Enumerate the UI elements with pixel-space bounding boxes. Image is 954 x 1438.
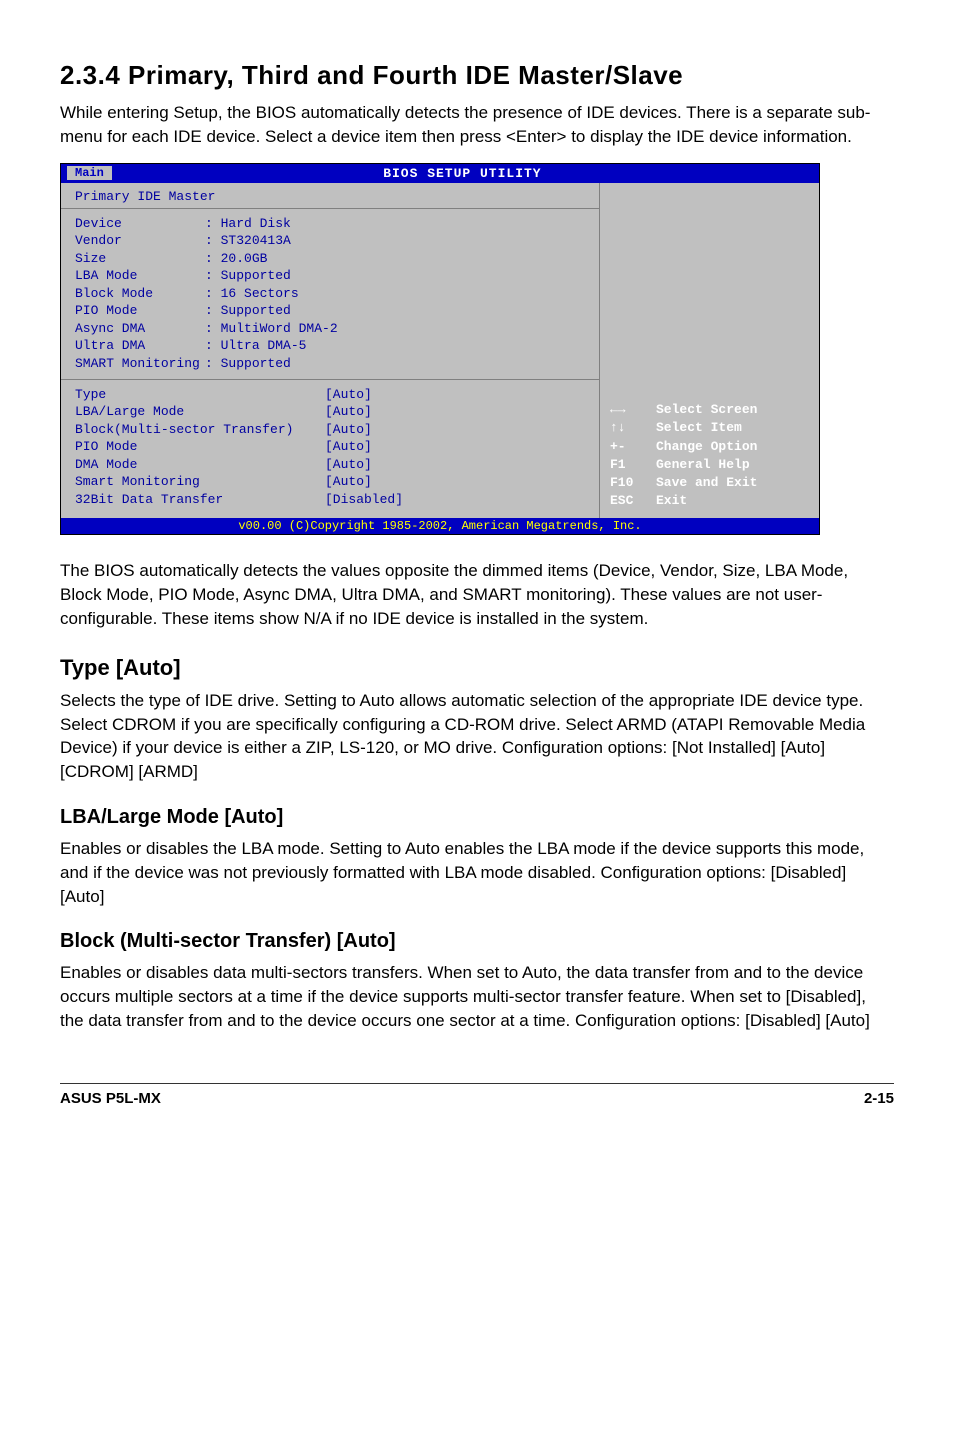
bios-help-text: Exit [656, 492, 687, 510]
bios-option-label: PIO Mode [75, 438, 325, 456]
type-auto-body: Selects the type of IDE drive. Setting t… [60, 689, 894, 784]
bios-device-info: Device: Hard Disk Vendor: ST320413A Size… [61, 209, 599, 380]
type-auto-title: Type [Auto] [60, 655, 894, 681]
bios-help-row: F1General Help [610, 456, 809, 474]
footer-left: ASUS P5L-MX [60, 1090, 161, 1107]
bios-info-label: Async DMA [75, 320, 205, 338]
bios-footer: v00.00 (C)Copyright 1985-2002, American … [61, 518, 819, 534]
bios-tab-main[interactable]: Main [67, 166, 112, 180]
bios-help-row: ←→Select Screen [610, 401, 809, 419]
bios-option-value: [Auto] [325, 456, 445, 474]
bios-panel: Main BIOS SETUP UTILITY Primary IDE Mast… [60, 163, 820, 536]
bios-info-row: SMART Monitoring: Supported [75, 355, 585, 373]
bios-info-row: Size: 20.0GB [75, 250, 585, 268]
bios-info-row: LBA Mode: Supported [75, 267, 585, 285]
bios-info-value: 20.0GB [221, 251, 268, 266]
bios-option-row[interactable]: PIO Mode[Auto] [75, 438, 585, 456]
bios-option-label: Type [75, 386, 325, 404]
bios-option-label: LBA/Large Mode [75, 403, 325, 421]
bios-info-row: Ultra DMA: Ultra DMA-5 [75, 337, 585, 355]
bios-help-row: F10Save and Exit [610, 474, 809, 492]
bios-help-text: Change Option [656, 438, 757, 456]
bios-help-key: +- [610, 438, 656, 456]
bios-option-value: [Auto] [325, 473, 445, 491]
bios-option-row[interactable]: 32Bit Data Transfer[Disabled] [75, 491, 585, 509]
bios-help-key: ↑↓ [610, 419, 656, 437]
bios-help-text: Select Screen [656, 401, 757, 419]
bios-option-row[interactable]: DMA Mode[Auto] [75, 456, 585, 474]
bios-info-label: Block Mode [75, 285, 205, 303]
bios-info-label: SMART Monitoring [75, 355, 205, 373]
bios-option-value: [Auto] [325, 421, 445, 439]
lba-body: Enables or disables the LBA mode. Settin… [60, 837, 894, 908]
bios-option-label: Block(Multi-sector Transfer) [75, 421, 325, 439]
section-intro: While entering Setup, the BIOS automatic… [60, 101, 894, 149]
bios-info-label: LBA Mode [75, 267, 205, 285]
bios-help-row: ↑↓Select Item [610, 419, 809, 437]
bios-help-key: F1 [610, 456, 656, 474]
lba-title: LBA/Large Mode [Auto] [60, 806, 894, 829]
bios-info-value: Supported [221, 356, 291, 371]
bios-panel-title: Primary IDE Master [61, 187, 599, 209]
bios-option-label: Smart Monitoring [75, 473, 325, 491]
bios-info-row: Device: Hard Disk [75, 215, 585, 233]
bios-option-value: [Disabled] [325, 491, 445, 509]
bios-info-label: Size [75, 250, 205, 268]
bios-info-value: Hard Disk [221, 216, 291, 231]
bios-info-row: PIO Mode: Supported [75, 302, 585, 320]
bios-info-label: Ultra DMA [75, 337, 205, 355]
bios-options: Type[Auto] LBA/Large Mode[Auto] Block(Mu… [61, 380, 599, 515]
bios-header: Main BIOS SETUP UTILITY [61, 164, 819, 183]
footer-right: 2-15 [864, 1090, 894, 1107]
bios-option-value: [Auto] [325, 438, 445, 456]
bios-help-row: ESCExit [610, 492, 809, 510]
bios-option-label: DMA Mode [75, 456, 325, 474]
bios-help-text: General Help [656, 456, 750, 474]
bios-option-row[interactable]: Block(Multi-sector Transfer)[Auto] [75, 421, 585, 439]
bios-info-row: Vendor: ST320413A [75, 232, 585, 250]
bios-header-title: BIOS SETUP UTILITY [112, 166, 813, 181]
bios-help-key: ←→ [610, 401, 656, 419]
after-bios-paragraph: The BIOS automatically detects the value… [60, 559, 894, 630]
bios-option-row[interactable]: Smart Monitoring[Auto] [75, 473, 585, 491]
bios-help-text: Select Item [656, 419, 742, 437]
bios-info-value: Ultra DMA-5 [221, 338, 307, 353]
bios-info-value: Supported [221, 268, 291, 283]
block-body: Enables or disables data multi-sectors t… [60, 961, 894, 1032]
bios-info-label: Vendor [75, 232, 205, 250]
bios-info-value: MultiWord DMA-2 [221, 321, 338, 336]
page-footer: ASUS P5L-MX 2-15 [60, 1083, 894, 1107]
bios-help-key: ESC [610, 492, 656, 510]
bios-option-value: [Auto] [325, 386, 445, 404]
bios-option-value: [Auto] [325, 403, 445, 421]
bios-info-label: Device [75, 215, 205, 233]
bios-info-value: ST320413A [221, 233, 291, 248]
bios-option-row[interactable]: LBA/Large Mode[Auto] [75, 403, 585, 421]
bios-option-row[interactable]: Type[Auto] [75, 386, 585, 404]
bios-info-row: Block Mode: 16 Sectors [75, 285, 585, 303]
bios-info-value: 16 Sectors [221, 286, 299, 301]
bios-info-value: Supported [221, 303, 291, 318]
bios-option-label: 32Bit Data Transfer [75, 491, 325, 509]
bios-help-key: F10 [610, 474, 656, 492]
bios-body: Primary IDE Master Device: Hard Disk Ven… [61, 183, 819, 519]
bios-help-spacer [610, 191, 809, 402]
bios-right-pane: ←→Select Screen ↑↓Select Item +-Change O… [599, 183, 819, 519]
bios-info-label: PIO Mode [75, 302, 205, 320]
bios-info-row: Async DMA: MultiWord DMA-2 [75, 320, 585, 338]
bios-help-row: +-Change Option [610, 438, 809, 456]
block-title: Block (Multi-sector Transfer) [Auto] [60, 930, 894, 953]
bios-help-text: Save and Exit [656, 474, 757, 492]
bios-left-pane: Primary IDE Master Device: Hard Disk Ven… [61, 183, 599, 519]
section-title: 2.3.4 Primary, Third and Fourth IDE Mast… [60, 60, 894, 91]
